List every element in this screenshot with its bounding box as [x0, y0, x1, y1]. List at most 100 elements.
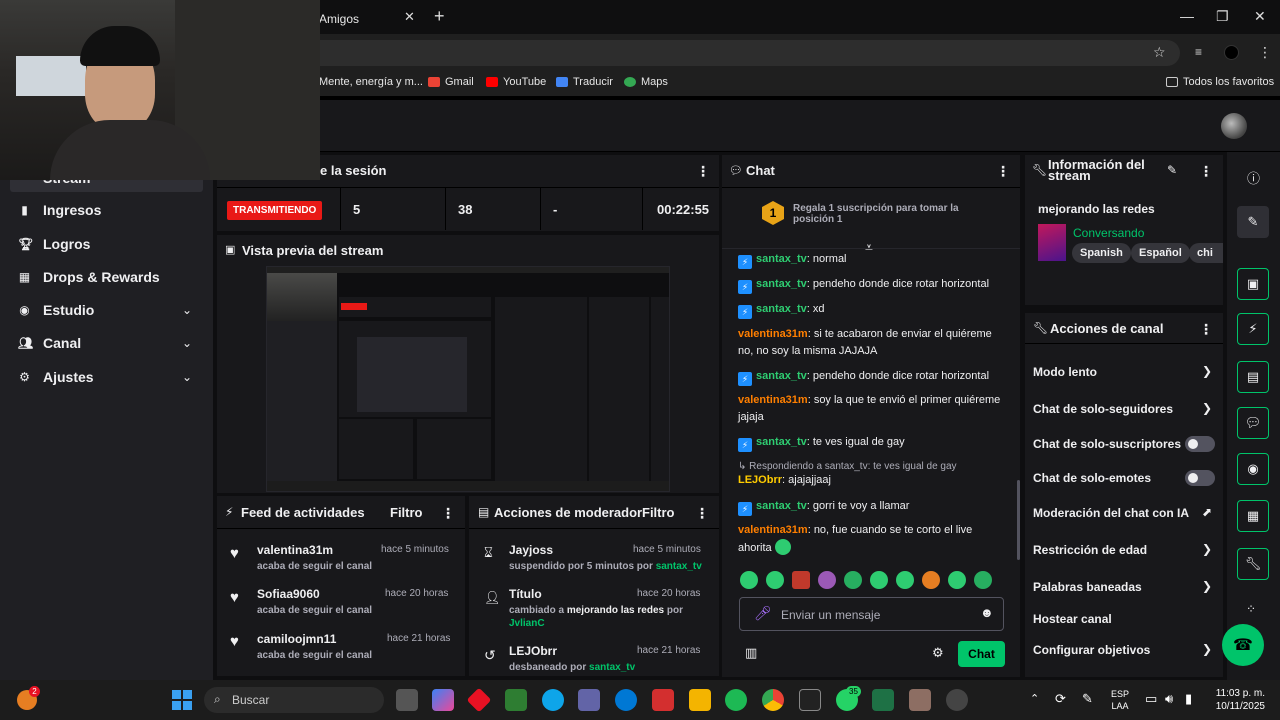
- bookmark-maps[interactable]: Maps: [624, 76, 668, 88]
- category-link[interactable]: Conversando: [1073, 226, 1144, 240]
- more-options-icon[interactable]: ⋮: [996, 163, 1010, 180]
- task-view-icon[interactable]: [396, 689, 418, 711]
- chevron-right-icon[interactable]: ❯: [1202, 364, 1212, 378]
- toggle-solo-suscriptores[interactable]: [1185, 436, 1215, 452]
- emote-icon[interactable]: [974, 571, 992, 589]
- mod-item-name[interactable]: Título: [509, 587, 542, 601]
- more-options-icon[interactable]: ⋮: [441, 505, 455, 522]
- mod-item-name[interactable]: LEJObrr: [509, 644, 557, 658]
- media-icon[interactable]: ≡: [1195, 45, 1202, 59]
- windows-start-icon[interactable]: [172, 690, 192, 710]
- address-bar[interactable]: [300, 40, 1180, 66]
- clip-icon[interactable]: ▣: [1237, 268, 1269, 300]
- app-icon[interactable]: [909, 689, 931, 711]
- capcut-icon[interactable]: [799, 689, 821, 711]
- emote-icon[interactable]: [740, 571, 758, 589]
- mod-item-name[interactable]: Jayjoss: [509, 543, 553, 557]
- notes-icon[interactable]: ▤: [1237, 361, 1269, 393]
- mod-filter-button[interactable]: Filtro: [642, 505, 675, 520]
- bookmark-gmail[interactable]: Gmail: [428, 76, 474, 88]
- taskbar-search[interactable]: ⌕ Buscar: [204, 687, 384, 713]
- chevron-right-icon[interactable]: ❯: [1202, 579, 1212, 593]
- feed-item-name[interactable]: valentina31m: [257, 543, 333, 557]
- volume-icon[interactable]: 🔊︎: [1165, 691, 1173, 707]
- obs-icon[interactable]: [946, 689, 968, 711]
- sidebar-item-estudio[interactable]: ◉ Estudio: [18, 299, 94, 321]
- action-palabras-baneadas[interactable]: Palabras baneadas: [1033, 580, 1142, 594]
- more-options-icon[interactable]: ⋮: [1199, 321, 1213, 338]
- language-indicator[interactable]: ESP LAA: [1111, 688, 1129, 712]
- chat-input[interactable]: 🎤︎ Enviar un mensaje ☻: [739, 597, 1004, 631]
- help-headset-icon[interactable]: ☎: [1222, 624, 1264, 666]
- chevron-right-icon[interactable]: ❯: [1202, 642, 1212, 656]
- chat-bubble-icon[interactable]: 💬︎: [1237, 407, 1269, 439]
- stream-preview-video[interactable]: [266, 266, 670, 492]
- app-icon[interactable]: [542, 689, 564, 711]
- chevron-up-icon[interactable]: ⌃: [1030, 692, 1039, 705]
- edge-icon[interactable]: [615, 689, 637, 711]
- tag-pill[interactable]: chi: [1189, 243, 1223, 263]
- store-icon[interactable]: ▥: [745, 645, 757, 661]
- new-tab-icon[interactable]: +: [434, 6, 445, 27]
- feed-filter-button[interactable]: Filtro: [390, 505, 423, 520]
- close-window-icon[interactable]: ✕: [1254, 8, 1266, 25]
- taskbar-clock[interactable]: 11:03 p. m. 10/11/2025: [1207, 687, 1265, 713]
- edit-icon[interactable]: ✎: [1237, 206, 1269, 238]
- gift-sub-promo[interactable]: Regala 1 suscripción para tomar la posic…: [793, 203, 983, 225]
- menu-icon[interactable]: ⋮: [1258, 44, 1272, 61]
- broadcast-icon[interactable]: ◉: [1237, 453, 1269, 485]
- minimize-icon[interactable]: —: [1180, 8, 1194, 24]
- layout-icon[interactable]: ▦: [1237, 500, 1269, 532]
- feed-item-name[interactable]: camiloojmn11: [257, 632, 336, 646]
- emote-picker-icon[interactable]: ☻: [980, 605, 994, 620]
- emote-icon[interactable]: [844, 571, 862, 589]
- tag-pill[interactable]: Español: [1131, 243, 1190, 263]
- chrome-icon[interactable]: [762, 689, 784, 711]
- feed-item-name[interactable]: Sofiaa9060: [257, 587, 320, 601]
- pen-icon[interactable]: ✎: [1082, 691, 1093, 707]
- emote-icon[interactable]: [792, 571, 810, 589]
- emote-icon[interactable]: [948, 571, 966, 589]
- action-solo-suscriptores[interactable]: Chat de solo-suscriptores: [1033, 437, 1181, 451]
- app-icon[interactable]: [652, 689, 674, 711]
- action-configurar-objetivos[interactable]: Configurar objetivos: [1033, 643, 1150, 657]
- more-options-icon[interactable]: ⋮: [1199, 163, 1213, 180]
- all-bookmarks[interactable]: Todos los favoritos: [1166, 76, 1274, 88]
- sidebar-item-logros[interactable]: 🏆︎ Logros: [18, 233, 90, 255]
- emote-icon[interactable]: [922, 571, 940, 589]
- action-moderacion-ia[interactable]: Moderación del chat con IA: [1033, 506, 1189, 520]
- action-solo-seguidores[interactable]: Chat de solo-seguidores: [1033, 402, 1173, 416]
- maximize-icon[interactable]: ❐: [1216, 8, 1229, 25]
- add-icon[interactable]: ⁘: [1246, 602, 1256, 616]
- file-explorer-icon[interactable]: [689, 689, 711, 711]
- wrench-icon[interactable]: 🔧︎: [1237, 548, 1269, 580]
- external-link-icon[interactable]: ⬈: [1202, 505, 1212, 519]
- sidebar-item-canal[interactable]: 👥︎ Canal: [18, 332, 81, 354]
- profile-icon[interactable]: [1224, 45, 1239, 60]
- bookmark-mente[interactable]: Mente, energía y m...: [319, 76, 423, 88]
- bookmark-youtube[interactable]: YouTube: [486, 76, 546, 88]
- avatar[interactable]: [1221, 113, 1247, 139]
- sidebar-item-ajustes[interactable]: ⚙ Ajustes: [18, 366, 93, 388]
- emote-icon[interactable]: [818, 571, 836, 589]
- pencil-icon[interactable]: ✎: [1167, 163, 1177, 177]
- store-icon[interactable]: [505, 689, 527, 711]
- teams-icon[interactable]: [578, 689, 600, 711]
- copilot-icon[interactable]: [432, 689, 454, 711]
- emote-icon[interactable]: [896, 571, 914, 589]
- more-options-icon[interactable]: ⋮: [696, 163, 710, 180]
- sidebar-item-drops[interactable]: ▦ Drops & Rewards: [18, 266, 160, 288]
- chevron-down-icon[interactable]: ⌄: [182, 336, 192, 350]
- category-box-art[interactable]: [1038, 224, 1066, 261]
- action-hostear-canal[interactable]: Hostear canal: [1033, 612, 1112, 626]
- bolt-icon[interactable]: ⚡︎: [1237, 313, 1269, 345]
- gear-icon[interactable]: ⚙: [932, 645, 944, 661]
- sync-icon[interactable]: ⟳: [1055, 691, 1066, 707]
- sidebar-item-ingresos[interactable]: ▮ Ingresos: [18, 199, 101, 221]
- toggle-solo-emotes[interactable]: [1185, 470, 1215, 486]
- battery-icon[interactable]: ▮: [1185, 691, 1192, 707]
- chevron-right-icon[interactable]: ❯: [1202, 542, 1212, 556]
- emote-icon[interactable]: [766, 571, 784, 589]
- mod-item-user[interactable]: JvlianC: [509, 618, 545, 629]
- spotify-icon[interactable]: [725, 689, 747, 711]
